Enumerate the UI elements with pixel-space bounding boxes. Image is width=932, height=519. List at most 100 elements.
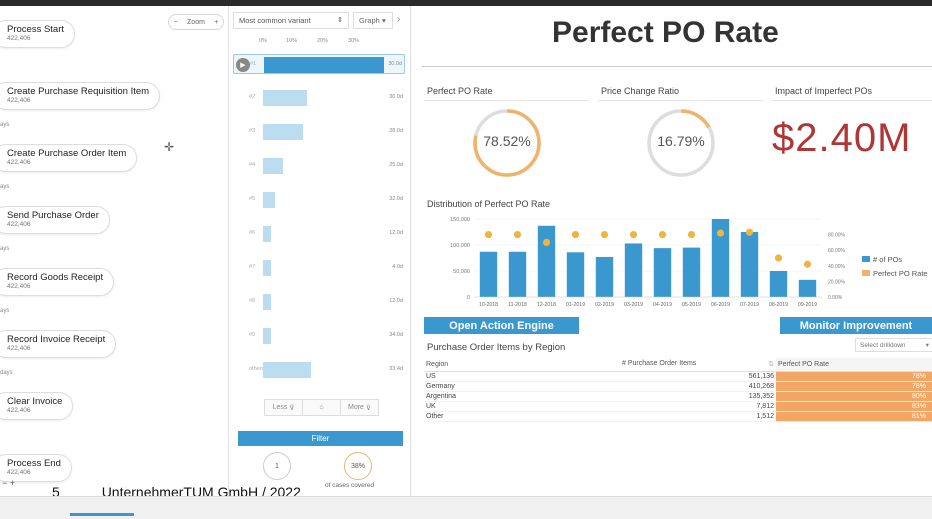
edge-label: days — [0, 370, 13, 376]
y-tick-label: 0 — [467, 295, 470, 301]
bottom-tab-indicator[interactable] — [70, 513, 134, 516]
activity-send-po[interactable]: Send Purchase Order 422,406 — [0, 206, 110, 234]
edge-label: ays — [0, 308, 10, 314]
variant-share-bar — [263, 328, 271, 344]
legend-label: # of POs — [873, 255, 903, 264]
chart-bar — [479, 251, 498, 297]
chart-point — [571, 231, 580, 239]
chevron-right-icon[interactable]: › — [397, 14, 400, 25]
table-row[interactable]: Germany 410,268 78% — [424, 381, 932, 392]
drilldown-select[interactable]: Select drilldown ▾ — [855, 338, 932, 352]
table-row[interactable]: Other 1,512 81% — [424, 411, 932, 422]
variant-row[interactable]: #5 32.0d — [233, 190, 405, 210]
variant-duration: 12.0d — [389, 298, 403, 304]
axis-tick: 30% — [348, 38, 360, 44]
home-button[interactable]: ⌂ — [303, 400, 341, 415]
zoom-out-button[interactable]: − — [174, 19, 178, 26]
chart-point — [600, 231, 609, 239]
monitor-improvement-button[interactable]: Monitor Improvement — [780, 317, 932, 334]
distribution-title: Distribution of Perfect PO Rate — [427, 199, 551, 209]
activity-create-po-item[interactable]: Create Purchase Order Item 422,406 — [0, 144, 138, 172]
play-icon[interactable]: ▶ — [236, 58, 250, 72]
variant-row[interactable]: others 33.4d — [233, 360, 405, 380]
chart-point — [745, 228, 754, 236]
variant-duration: 25.0d — [389, 162, 403, 168]
chart-point — [513, 231, 522, 239]
variant-share-bar — [263, 226, 271, 242]
kpi-divider — [424, 100, 589, 101]
variant-row[interactable]: #7 4.0d — [233, 258, 405, 278]
variant-duration: 32.0d — [389, 196, 403, 202]
x-tick-label: 07-2019 — [740, 302, 759, 308]
y2-tick-label: 0.00% — [828, 295, 843, 301]
table-row[interactable]: Argentina 135,352 80% — [424, 391, 932, 402]
table-header-row: Region # Purchase Order Items ⇅ Perfect P… — [424, 358, 932, 372]
activity-count: 422,406 — [7, 283, 31, 290]
cell-rate: 78% — [776, 371, 932, 382]
cell-rate: 81% — [776, 411, 932, 422]
less-more-controls: Less ⊽ ⌂ More ⊽ — [264, 399, 379, 416]
variant-label: #4 — [249, 162, 256, 168]
kpi-value-impact: $2.40M — [772, 116, 912, 160]
chart-bar — [740, 232, 759, 297]
filter-button[interactable]: Filter — [238, 431, 403, 446]
activity-invoice-receipt[interactable]: Record Invoice Receipt 422,406 — [0, 330, 117, 358]
column-header-region[interactable]: Region — [424, 358, 620, 372]
variant-share-bar — [263, 192, 275, 208]
activity-count: 422,406 — [7, 221, 31, 228]
variants-count-circle: 1 — [263, 452, 291, 480]
chart-bar — [595, 256, 614, 297]
more-button[interactable]: More ⊽ — [341, 400, 378, 415]
variant-row[interactable]: #8 12.0d — [233, 292, 405, 312]
edge-label: ays — [0, 246, 10, 252]
screen: − Zoom + Process Start 422,406 Create Pu… — [0, 0, 932, 519]
x-tick-label: 04-2019 — [653, 302, 672, 308]
variant-label: #5 — [249, 196, 256, 202]
process-flow-panel: − Zoom + Process Start 422,406 Create Pu… — [0, 6, 228, 496]
y-tick-label: 50,000 — [453, 269, 470, 275]
activity-title: Process End — [7, 458, 61, 469]
variant-label: others — [249, 366, 265, 372]
variant-row[interactable]: #9 34.0d — [233, 326, 405, 346]
graph-button[interactable]: Graph ▾ — [353, 12, 393, 29]
variant-row[interactable]: #4 25.0d — [233, 156, 405, 176]
column-header-rate[interactable]: Perfect PO Rate — [776, 358, 932, 372]
cursor-crosshair-icon: ✛ — [164, 140, 175, 154]
x-tick-label: 11-2018 — [508, 302, 527, 308]
variant-axis: 0% 10% 20% 30% — [259, 38, 389, 46]
kpi-divider — [598, 100, 763, 101]
column-header-items[interactable]: # Purchase Order Items ⇅ — [620, 358, 776, 372]
chevron-down-icon: ▾ — [925, 342, 929, 349]
chart-bar — [769, 271, 788, 297]
variant-duration: 34.0d — [389, 332, 403, 338]
flow-slider-controls[interactable]: − + — [2, 478, 15, 488]
variant-duration: 28.0d — [389, 128, 403, 134]
activity-process-start[interactable]: Process Start 422,406 — [0, 20, 76, 48]
variant-selector[interactable]: Most common variant ⇕ — [233, 12, 349, 29]
axis-tick: 0% — [259, 38, 267, 44]
variant-row[interactable]: #3 28.0d — [233, 122, 405, 142]
kpi-label-price-change: Price Change Ratio — [601, 86, 680, 96]
cell-region: US — [424, 371, 620, 382]
variant-row[interactable]: ▶ #1 30.0d — [233, 54, 405, 74]
variant-label: #6 — [249, 230, 256, 236]
activity-count: 422,406 — [7, 407, 31, 414]
variant-row[interactable]: #2 36.0d — [233, 88, 405, 108]
legend-item-pos: # of POs — [862, 253, 928, 267]
x-tick-label: 03-2019 — [624, 302, 643, 308]
activity-title: Record Invoice Receipt — [7, 334, 106, 345]
activity-create-requisition[interactable]: Create Purchase Requisition Item 422,406 — [0, 82, 161, 110]
table-row[interactable]: UK 7,812 83% — [424, 401, 932, 412]
open-action-engine-button[interactable]: Open Action Engine — [424, 317, 579, 334]
dashboard: Perfect PO Rate Perfect PO Rate 78.52% P… — [412, 6, 932, 496]
cell-region: Argentina — [424, 391, 620, 402]
activity-clear-invoice[interactable]: Clear Invoice 422,406 — [0, 392, 74, 420]
activity-goods-receipt[interactable]: Record Goods Receipt 422,406 — [0, 268, 115, 296]
home-icon: ⌂ — [319, 404, 324, 411]
zoom-in-button[interactable]: + — [214, 19, 218, 26]
kpi-label-perfect-po: Perfect PO Rate — [427, 86, 493, 96]
table-row[interactable]: US 561,136 78% — [424, 371, 932, 382]
less-button[interactable]: Less ⊽ — [265, 400, 303, 415]
sort-icon[interactable]: ⇅ — [768, 360, 774, 368]
variant-row[interactable]: #6 12.0d — [233, 224, 405, 244]
